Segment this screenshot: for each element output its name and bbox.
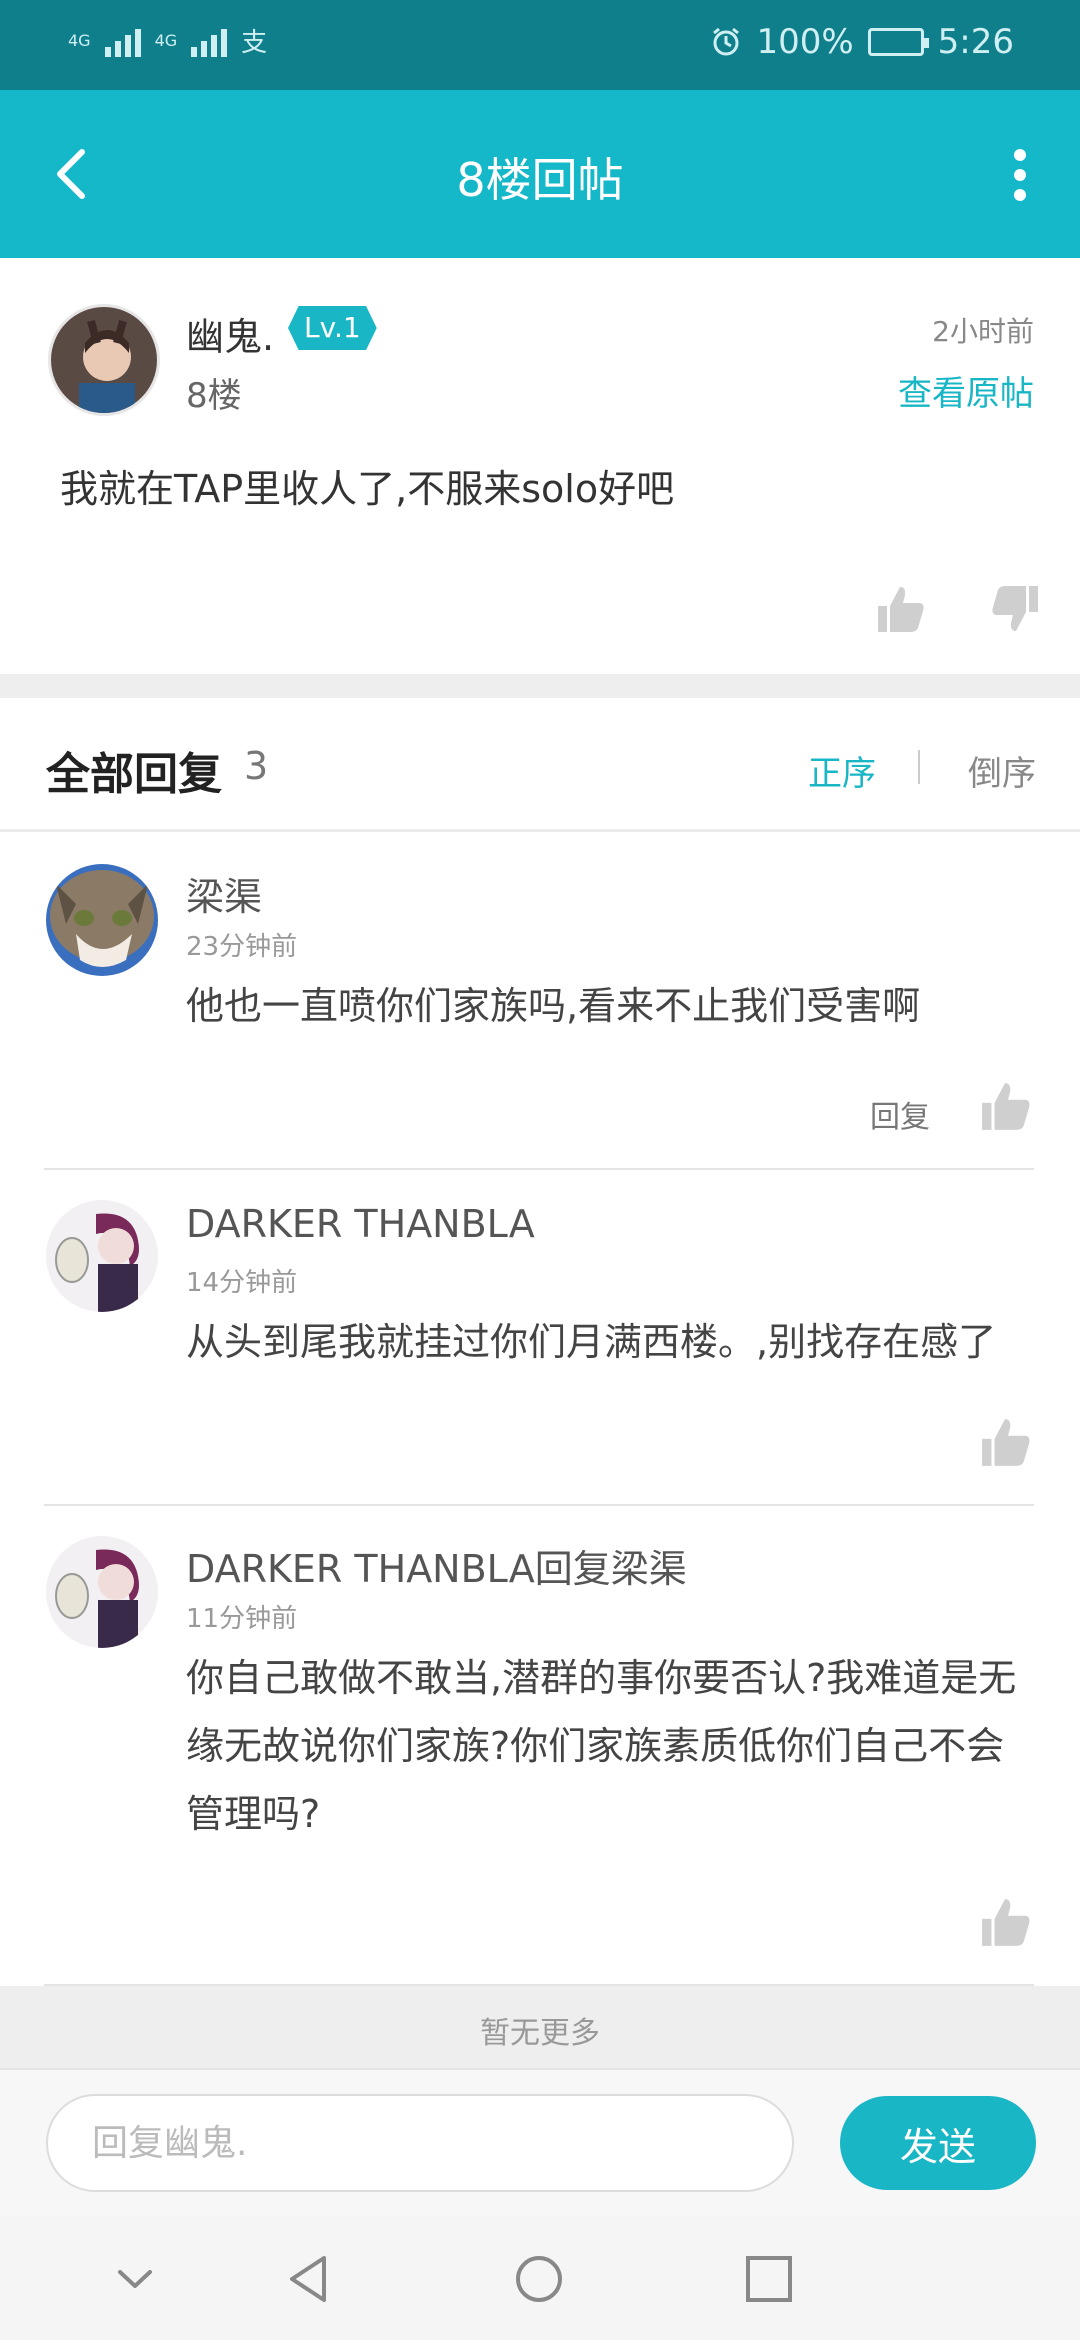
reply-content: 从头到尾我就挂过你们月满西楼。,别找存在感了 <box>186 1320 997 1364</box>
sort-divider <box>918 750 920 784</box>
avatar[interactable] <box>46 1200 158 1312</box>
reply-author[interactable]: DARKER THANBLA <box>186 1202 535 1246</box>
section-divider <box>0 674 1080 698</box>
reply-content: 他也一直喷你们家族吗,看来不止我们受害啊 <box>186 984 921 1028</box>
reply-item: 梁渠 23分钟前 他也一直喷你们家族吗,看来不止我们受害啊 回复 <box>0 834 1080 1170</box>
battery-percent: 100% <box>756 22 854 62</box>
floor-post: 幽鬼. Lv.1 8楼 2小时前 查看原帖 我就在TAP里收人了,不服来solo… <box>0 258 1080 674</box>
system-nav-bar <box>0 2216 1080 2340</box>
thumb-up-icon[interactable] <box>980 1080 1032 1132</box>
more-vertical-icon[interactable] <box>1010 148 1030 202</box>
app-bar: 8楼回帖 <box>0 90 1080 258</box>
chevron-down-icon[interactable] <box>110 2254 160 2304</box>
back-triangle-icon[interactable] <box>284 2254 334 2304</box>
reply-content: 你自己敢做不敢当,潜群的事你要否认?我难道是无缘无故说你们家族?你们家族素质低你… <box>186 1656 1017 1836</box>
avatar[interactable] <box>48 304 160 416</box>
reply-author[interactable]: 梁渠 <box>186 866 262 921</box>
replies-label: 全部回复 <box>46 749 222 800</box>
post-time: 2小时前 <box>932 315 1034 348</box>
clock: 5:26 <box>937 22 1014 62</box>
recents-square-icon[interactable] <box>744 2254 794 2304</box>
thumb-up-icon[interactable] <box>876 584 926 634</box>
reply-button[interactable]: 回复 <box>870 1092 930 1136</box>
sort-desc-tab[interactable]: 倒序 <box>968 746 1036 795</box>
floor-number: 8楼 <box>186 376 242 416</box>
page-title: 8楼回帖 <box>456 153 624 207</box>
alipay-icon: 支 <box>241 28 268 58</box>
status-right: 100% 5:26 <box>710 22 1014 62</box>
send-button[interactable]: 发送 <box>840 2096 1036 2190</box>
avatar[interactable] <box>46 864 158 976</box>
reply-time: 14分钟前 <box>186 1268 298 1298</box>
signal-icon <box>104 25 141 57</box>
status-bar: 4G 4G 支 100% 5:26 <box>0 0 1080 90</box>
reply-input[interactable] <box>46 2094 794 2192</box>
reply-input-bar: 发送 <box>0 2068 1080 2216</box>
level-badge: Lv.1 <box>288 306 377 350</box>
thumb-up-icon[interactable] <box>980 1896 1032 1948</box>
replies-header: 全部回复 3 正序 倒序 <box>0 698 1080 832</box>
alarm-icon <box>713 27 740 56</box>
home-circle-icon[interactable] <box>514 2254 564 2304</box>
reply-time: 23分钟前 <box>186 932 298 962</box>
view-original-link[interactable]: 查看原帖 <box>898 366 1034 415</box>
reply-item: DARKER THANBLA 14分钟前 从头到尾我就挂过你们月满西楼。,别找存… <box>0 1170 1080 1506</box>
replies-count: 3 <box>244 744 269 788</box>
network-type-1: 4G <box>68 31 91 50</box>
post-author[interactable]: 幽鬼. <box>186 306 274 361</box>
reply-author[interactable]: DARKER THANBLA回复梁渠 <box>186 1538 687 1593</box>
signal-icon <box>191 25 228 57</box>
no-more-text: 暂无更多 <box>0 1986 1080 2068</box>
reply-time: 11分钟前 <box>186 1604 298 1634</box>
reply-item: DARKER THANBLA回复梁渠 11分钟前 你自己敢做不敢当,潜群的事你要… <box>0 1506 1080 1986</box>
thumb-up-icon[interactable] <box>980 1416 1032 1468</box>
avatar[interactable] <box>46 1536 158 1648</box>
status-left: 4G 4G 支 <box>68 22 267 59</box>
network-type-2: 4G <box>154 31 178 50</box>
battery-icon <box>867 28 929 56</box>
sort-asc-tab[interactable]: 正序 <box>808 746 876 795</box>
thumb-down-icon[interactable] <box>990 584 1040 634</box>
post-content: 我就在TAP里收人了,不服来solo好吧 <box>60 467 675 511</box>
